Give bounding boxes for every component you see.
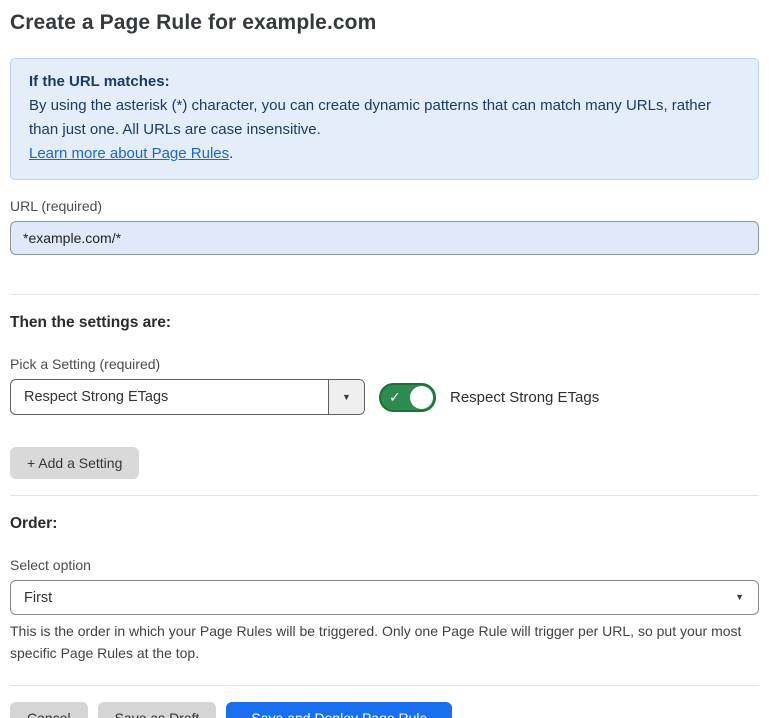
pick-setting-label: Pick a Setting (required) [10, 356, 759, 372]
toggle-knob [410, 386, 433, 409]
link-suffix: . [229, 145, 233, 162]
footer-divider [10, 685, 759, 686]
order-select-label: Select option [10, 557, 759, 573]
setting-select-value: Respect Strong ETags [11, 380, 328, 414]
order-help-text: This is the order in which your Page Rul… [10, 620, 759, 664]
chevron-down-icon: ▼ [735, 593, 744, 602]
chevron-down-icon: ▼ [342, 393, 351, 402]
section-divider [10, 495, 759, 496]
page-rule-form: Create a Page Rule for example.com If th… [0, 11, 769, 718]
info-box-body: By using the asterisk (*) character, you… [29, 94, 740, 142]
footer-buttons: Cancel Save as Draft Save and Deploy Pag… [10, 702, 759, 718]
url-input[interactable] [10, 221, 759, 255]
cancel-button[interactable]: Cancel [10, 702, 88, 718]
add-setting-button[interactable]: + Add a Setting [10, 447, 139, 479]
order-select-value: First [11, 590, 735, 606]
save-draft-button[interactable]: Save as Draft [98, 702, 217, 718]
url-match-info-box: If the URL matches: By using the asteris… [10, 58, 759, 180]
settings-section-heading: Then the settings are: [10, 314, 759, 332]
setting-toggle[interactable]: ✓ [379, 383, 436, 412]
section-divider [10, 294, 759, 295]
setting-select[interactable]: Respect Strong ETags ▼ [10, 379, 365, 415]
info-box-link-line: Learn more about Page Rules. [29, 142, 740, 166]
order-section-heading: Order: [10, 515, 759, 533]
url-field-label: URL (required) [10, 198, 759, 214]
info-box-heading: If the URL matches: [29, 70, 740, 94]
order-select[interactable]: First ▼ [10, 580, 759, 615]
setting-row: Respect Strong ETags ▼ ✓ Respect Strong … [10, 379, 759, 415]
learn-more-link[interactable]: Learn more about Page Rules [29, 145, 229, 162]
check-icon: ✓ [389, 390, 401, 404]
toggle-label: Respect Strong ETags [450, 389, 599, 406]
page-title: Create a Page Rule for example.com [10, 11, 759, 35]
save-deploy-button[interactable]: Save and Deploy Page Rule [226, 702, 452, 718]
setting-select-arrow-box[interactable]: ▼ [328, 380, 364, 414]
